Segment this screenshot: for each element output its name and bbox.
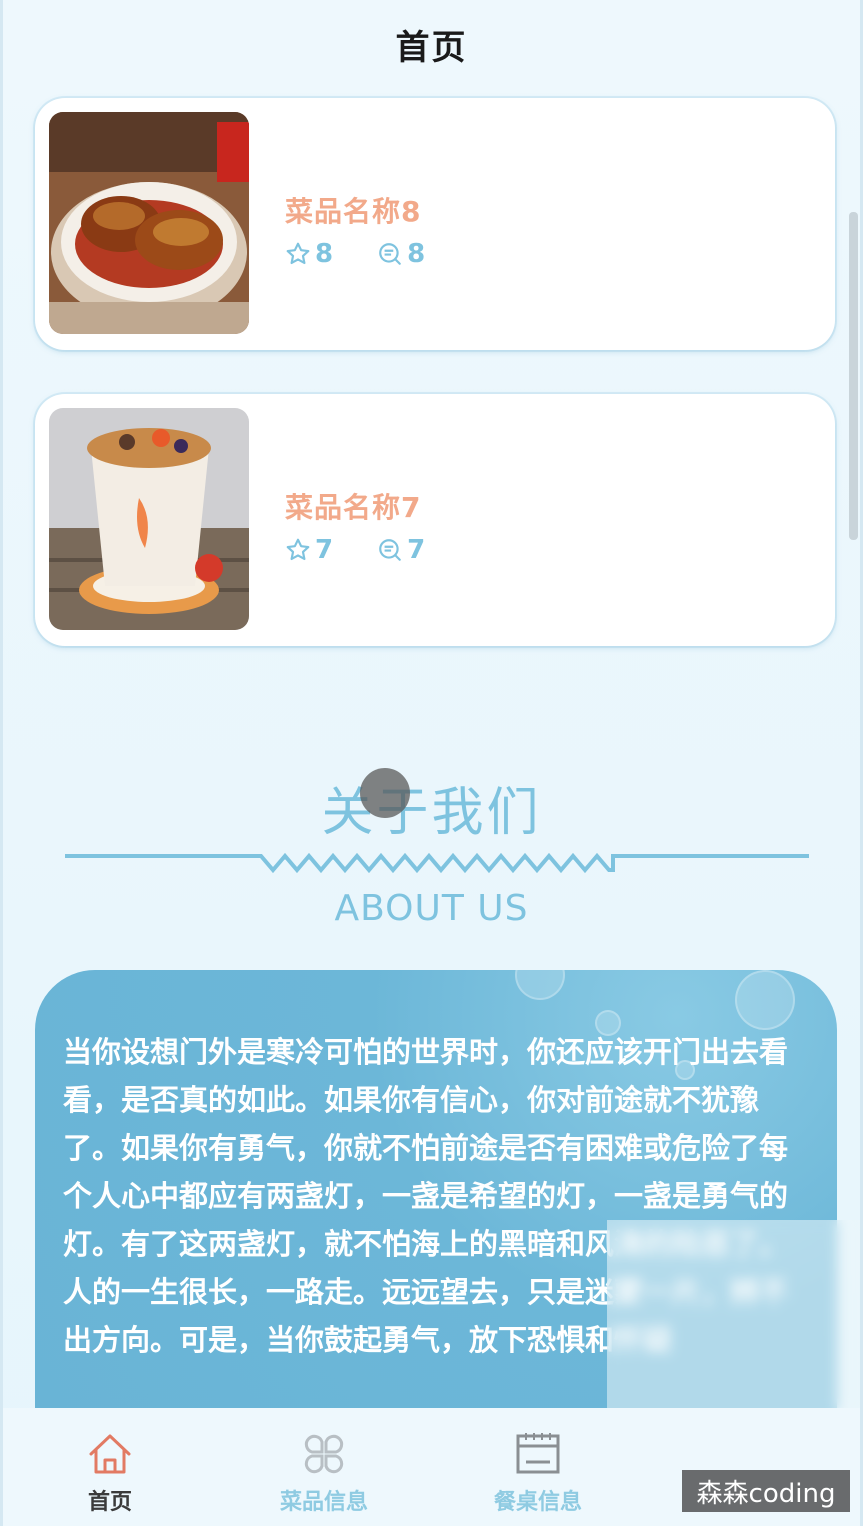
scrollbar[interactable] bbox=[849, 212, 858, 540]
decor-bubble bbox=[735, 970, 795, 1030]
page-title: 首页 bbox=[395, 28, 468, 68]
tab-home-label: 首页 bbox=[87, 1490, 132, 1515]
comment-count-value: 8 bbox=[407, 239, 426, 269]
about-title: 关于我们 bbox=[321, 783, 542, 843]
like-count[interactable]: 7 bbox=[285, 535, 333, 565]
dish-image bbox=[49, 112, 249, 334]
calendar-icon bbox=[516, 1433, 560, 1474]
tab-tables-label: 餐桌信息 bbox=[493, 1490, 582, 1515]
grid-icon bbox=[304, 1434, 344, 1474]
like-count-value: 8 bbox=[315, 239, 334, 269]
dish-name[interactable]: 菜品名称8 bbox=[285, 190, 421, 230]
divider-zigzag bbox=[65, 852, 809, 874]
comment-icon bbox=[379, 539, 401, 561]
like-count[interactable]: 8 bbox=[285, 239, 333, 269]
tab-tables[interactable]: 餐桌信息 bbox=[431, 1408, 645, 1526]
dish-card[interactable]: 菜品名称7 7 7 bbox=[35, 394, 835, 646]
tab-dishes-label: 菜品信息 bbox=[279, 1490, 368, 1515]
blur-overlay bbox=[607, 1220, 860, 1410]
touch-indicator bbox=[360, 768, 410, 818]
star-icon bbox=[286, 538, 310, 561]
app-page: 首页 菜品名称8 8 8 菜品名称7 7 7 关于我们 ABOUT US 当你设… bbox=[0, 0, 863, 1526]
tab-dishes[interactable]: 菜品信息 bbox=[217, 1408, 431, 1526]
dish-name[interactable]: 菜品名称7 bbox=[285, 486, 421, 526]
comment-count[interactable]: 7 bbox=[377, 535, 425, 565]
comment-icon bbox=[379, 243, 401, 265]
home-icon bbox=[89, 1434, 131, 1474]
comment-count-value: 7 bbox=[407, 535, 426, 565]
comment-count[interactable]: 8 bbox=[377, 239, 425, 269]
dish-stats: 8 8 bbox=[285, 238, 469, 270]
decor-bubble bbox=[515, 970, 565, 1000]
like-count-value: 7 bbox=[315, 535, 334, 565]
watermark: 森森coding bbox=[682, 1470, 850, 1512]
dish-card[interactable]: 菜品名称8 8 8 bbox=[35, 98, 835, 350]
star-icon bbox=[286, 242, 310, 265]
dish-stats: 7 7 bbox=[285, 534, 469, 566]
about-subtitle: ABOUT US bbox=[334, 888, 529, 929]
tab-home[interactable]: 首页 bbox=[3, 1408, 217, 1526]
dish-image bbox=[49, 408, 249, 630]
